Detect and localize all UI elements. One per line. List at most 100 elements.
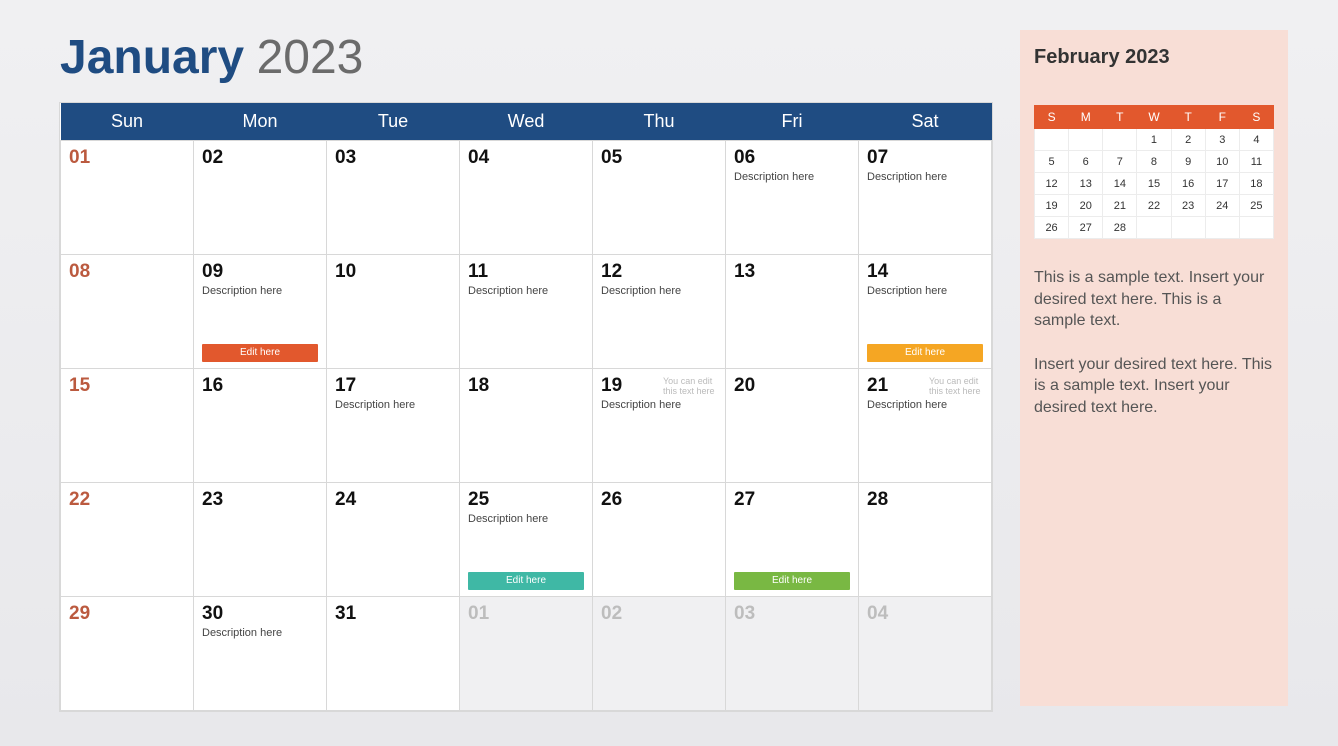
day-description[interactable]: Description here [601, 285, 717, 297]
mini-day-cell: 20 [1069, 195, 1103, 217]
title-year: 2023 [257, 31, 364, 84]
calendar-day-cell[interactable]: 01 [61, 141, 194, 255]
calendar-day-cell[interactable]: 29 [61, 597, 194, 711]
day-number: 14 [867, 261, 983, 283]
calendar-day-cell[interactable]: 13 [726, 255, 859, 369]
mini-weekday-header: F [1205, 106, 1239, 129]
calendar-day-cell[interactable]: 07 Description here [859, 141, 992, 255]
calendar-day-cell[interactable]: 14 Description here Edit here [859, 255, 992, 369]
day-description[interactable]: Description here [867, 285, 983, 297]
day-number: 28 [867, 489, 983, 511]
mini-day-cell: 19 [1035, 195, 1069, 217]
mini-day-cell: 22 [1137, 195, 1171, 217]
day-number: 15 [69, 375, 185, 397]
calendar-day-cell[interactable]: 02 [593, 597, 726, 711]
calendar-day-cell[interactable]: 27 Edit here [726, 483, 859, 597]
weekday-header: Sun [61, 103, 194, 141]
day-number: 02 [202, 147, 318, 169]
calendar-day-cell[interactable]: 21Description hereYou can edit this text… [859, 369, 992, 483]
mini-day-cell: 11 [1239, 151, 1273, 173]
event-chip[interactable]: Edit here [867, 344, 983, 362]
weekday-header: Fri [726, 103, 859, 141]
weekday-header: Thu [593, 103, 726, 141]
mini-day-cell: 26 [1035, 217, 1069, 239]
day-number: 01 [468, 603, 584, 625]
calendar-day-cell[interactable]: 05 [593, 141, 726, 255]
calendar-day-cell[interactable]: 24 [327, 483, 460, 597]
mini-calendar: SMTWTFS 12345678910111213141516171819202… [1034, 105, 1274, 239]
calendar-day-cell[interactable]: 11Description here [460, 255, 593, 369]
mini-day-cell: 15 [1137, 173, 1171, 195]
calendar-day-cell[interactable]: 08 [61, 255, 194, 369]
calendar-day-cell[interactable]: 28 [859, 483, 992, 597]
mini-day-cell: 12 [1035, 173, 1069, 195]
day-description[interactable]: Description here [202, 285, 318, 297]
day-number: 03 [335, 147, 451, 169]
calendar-day-cell[interactable]: 31 [327, 597, 460, 711]
day-number: 13 [734, 261, 850, 283]
calendar-day-cell[interactable]: 01 [460, 597, 593, 711]
day-description[interactable]: Description here [202, 627, 318, 639]
mini-day-cell: 3 [1205, 129, 1239, 151]
day-description[interactable]: Description here [867, 399, 983, 411]
day-description[interactable]: Description here [867, 171, 983, 183]
mini-day-cell: 4 [1239, 129, 1273, 151]
calendar-day-cell[interactable]: 15 [61, 369, 194, 483]
day-tip: You can edit this text here [929, 377, 985, 397]
event-chip[interactable]: Edit here [468, 572, 584, 590]
day-description[interactable]: Description here [335, 399, 451, 411]
day-number: 27 [734, 489, 850, 511]
mini-day-cell: 2 [1171, 129, 1205, 151]
event-chip[interactable]: Edit here [202, 344, 318, 362]
calendar-day-cell[interactable]: 04 [460, 141, 593, 255]
calendar-day-cell[interactable]: 17 Description here [327, 369, 460, 483]
day-number: 08 [69, 261, 185, 283]
calendar-day-cell[interactable]: 03 [726, 597, 859, 711]
calendar-day-cell[interactable]: 22 [61, 483, 194, 597]
calendar-day-cell[interactable]: 26 [593, 483, 726, 597]
day-number: 24 [335, 489, 451, 511]
mini-day-cell: 14 [1103, 173, 1137, 195]
day-number: 31 [335, 603, 451, 625]
main-calendar-area: January 2023 SunMonTueWedThuFriSat 01020… [60, 30, 992, 706]
day-number: 09 [202, 261, 318, 283]
mini-day-cell: 24 [1205, 195, 1239, 217]
calendar-day-cell[interactable]: 20 [726, 369, 859, 483]
day-number: 30 [202, 603, 318, 625]
sidebar-text[interactable]: This is a sample text. Insert your desir… [1034, 267, 1274, 441]
calendar-day-cell[interactable]: 03 [327, 141, 460, 255]
mini-weekday-header: S [1035, 106, 1069, 129]
calendar-day-cell[interactable]: 25Description hereEdit here [460, 483, 593, 597]
mini-weekday-header: M [1069, 106, 1103, 129]
title-month: January [60, 31, 244, 84]
calendar-day-cell[interactable]: 10 [327, 255, 460, 369]
sidebar-paragraph-1: This is a sample text. Insert your desir… [1034, 267, 1274, 332]
day-number: 17 [335, 375, 451, 397]
day-tip: You can edit this text here [663, 377, 719, 397]
day-description[interactable]: Description here [468, 285, 584, 297]
calendar-day-cell[interactable]: 06Description here [726, 141, 859, 255]
calendar-day-cell[interactable]: 09 Description here Edit here [194, 255, 327, 369]
day-description[interactable]: Description here [468, 513, 584, 525]
event-chip[interactable]: Edit here [734, 572, 850, 590]
calendar-day-cell[interactable]: 16 [194, 369, 327, 483]
calendar-day-cell[interactable]: 12Description here [593, 255, 726, 369]
day-number: 04 [867, 603, 983, 625]
mini-day-cell: 5 [1035, 151, 1069, 173]
mini-day-cell: 18 [1239, 173, 1273, 195]
day-description[interactable]: Description here [601, 399, 717, 411]
calendar-day-cell[interactable]: 04 [859, 597, 992, 711]
calendar-day-cell[interactable]: 19Description hereYou can edit this text… [593, 369, 726, 483]
calendar-day-cell[interactable]: 23 [194, 483, 327, 597]
mini-day-cell: 8 [1137, 151, 1171, 173]
mini-day-cell: 23 [1171, 195, 1205, 217]
calendar-day-cell[interactable]: 30 Description here [194, 597, 327, 711]
mini-day-cell [1239, 217, 1273, 239]
calendar-day-cell[interactable]: 18 [460, 369, 593, 483]
weekday-header: Tue [327, 103, 460, 141]
mini-day-cell: 13 [1069, 173, 1103, 195]
calendar-day-cell[interactable]: 02 [194, 141, 327, 255]
day-number: 07 [867, 147, 983, 169]
day-number: 29 [69, 603, 185, 625]
day-description[interactable]: Description here [734, 171, 850, 183]
